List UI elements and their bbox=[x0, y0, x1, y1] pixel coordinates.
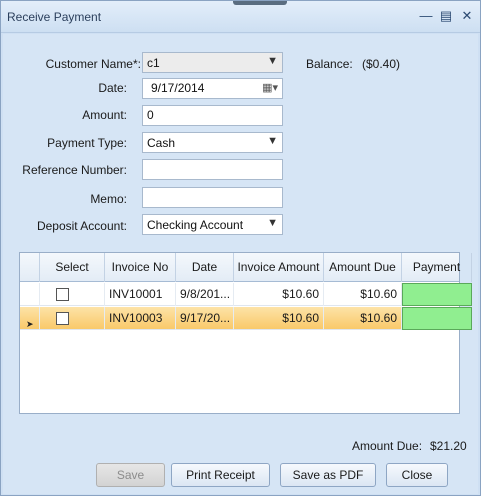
minimize-icon[interactable]: — bbox=[419, 9, 433, 23]
receive-payment-window: Receive Payment — ▤ ✕ Customer Name*: c1… bbox=[0, 0, 481, 496]
table-row[interactable]: INV10001 9/8/201... $10.60 $10.60 bbox=[20, 283, 472, 306]
table-row[interactable]: ➤ INV10003 9/17/20... $10.60 $10.60 bbox=[20, 307, 472, 330]
amount-due-total: $21.20 bbox=[430, 439, 467, 453]
column-header-amount-due[interactable]: Amount Due bbox=[324, 253, 402, 282]
customer-name-select[interactable]: c1 ▼ bbox=[142, 52, 283, 73]
select-cell bbox=[40, 307, 105, 330]
calendar-icon[interactable]: ▦▾ bbox=[262, 81, 278, 94]
payment-cell[interactable] bbox=[402, 283, 472, 306]
column-header-payment[interactable]: Payment bbox=[402, 253, 472, 282]
deposit-account-value: Checking Account bbox=[147, 218, 244, 232]
invoice-amount-cell: $10.60 bbox=[234, 307, 324, 330]
reference-number-label: Reference Number: bbox=[22, 163, 127, 177]
reference-number-input[interactable] bbox=[142, 159, 283, 180]
column-header-select[interactable]: Select bbox=[40, 253, 105, 282]
select-checkbox[interactable] bbox=[56, 288, 69, 301]
title-bar[interactable]: Receive Payment — ▤ ✕ bbox=[1, 1, 480, 33]
invoice-no-cell: INV10003 bbox=[105, 307, 176, 330]
invoice-no-cell: INV10001 bbox=[105, 283, 176, 306]
close-button[interactable]: Close bbox=[386, 463, 448, 487]
date-value: 9/17/2014 bbox=[151, 81, 205, 95]
memo-input[interactable] bbox=[142, 187, 283, 208]
column-header-invoice-no[interactable]: Invoice No bbox=[105, 253, 176, 282]
print-receipt-button[interactable]: Print Receipt bbox=[171, 463, 270, 487]
payment-cell[interactable] bbox=[402, 307, 472, 330]
grid-header: Select Invoice No Date Invoice Amount Am… bbox=[20, 253, 472, 282]
payment-type-select[interactable]: Cash ▼ bbox=[142, 132, 283, 153]
column-header-invoice-amount[interactable]: Invoice Amount bbox=[234, 253, 324, 282]
payment-type-label: Payment Type: bbox=[47, 136, 127, 150]
amount-due-label: Amount Due: bbox=[352, 439, 423, 453]
invoice-amount-cell: $10.60 bbox=[234, 283, 324, 306]
select-cell bbox=[40, 283, 105, 306]
chevron-down-icon: ▼ bbox=[267, 55, 278, 67]
close-icon[interactable]: ✕ bbox=[460, 9, 474, 23]
invoice-grid[interactable]: Select Invoice No Date Invoice Amount Am… bbox=[19, 252, 472, 414]
customer-name-value: c1 bbox=[147, 56, 160, 70]
window-title: Receive Payment bbox=[7, 10, 102, 24]
amount-due-cell: $10.60 bbox=[324, 307, 402, 330]
select-checkbox[interactable] bbox=[56, 312, 69, 325]
header-indicator-cell bbox=[20, 253, 40, 282]
row-indicator-cell: ➤ bbox=[20, 307, 40, 330]
maximize-icon[interactable]: ▤ bbox=[439, 9, 453, 23]
amount-label: Amount: bbox=[82, 108, 127, 122]
balance-label: Balance: bbox=[306, 57, 353, 71]
date-cell: 9/8/201... bbox=[176, 283, 234, 306]
payment-type-value: Cash bbox=[147, 136, 176, 150]
row-pointer-icon: ➤ bbox=[26, 319, 34, 329]
deposit-account-label: Deposit Account: bbox=[36, 219, 127, 233]
save-as-pdf-button[interactable]: Save as PDF bbox=[280, 463, 376, 487]
chevron-down-icon: ▼ bbox=[267, 135, 278, 147]
deposit-account-select[interactable]: Checking Account ▼ bbox=[142, 214, 283, 235]
date-picker[interactable]: 9/17/2014 ▦▾ bbox=[142, 78, 283, 99]
customer-name-label: Customer Name*: bbox=[45, 57, 141, 71]
save-button[interactable]: Save bbox=[96, 463, 165, 487]
amount-input[interactable]: 0 bbox=[142, 105, 283, 126]
chevron-down-icon: ▼ bbox=[267, 217, 278, 229]
date-cell: 9/17/20... bbox=[176, 307, 234, 330]
column-header-date[interactable]: Date bbox=[176, 253, 234, 282]
date-label: Date: bbox=[98, 81, 127, 95]
amount-due-cell: $10.60 bbox=[324, 283, 402, 306]
memo-label: Memo: bbox=[90, 192, 127, 206]
title-bar-decoration bbox=[233, 1, 287, 5]
amount-value: 0 bbox=[147, 108, 154, 122]
row-indicator-cell bbox=[20, 283, 40, 306]
balance-value: ($0.40) bbox=[362, 57, 401, 71]
